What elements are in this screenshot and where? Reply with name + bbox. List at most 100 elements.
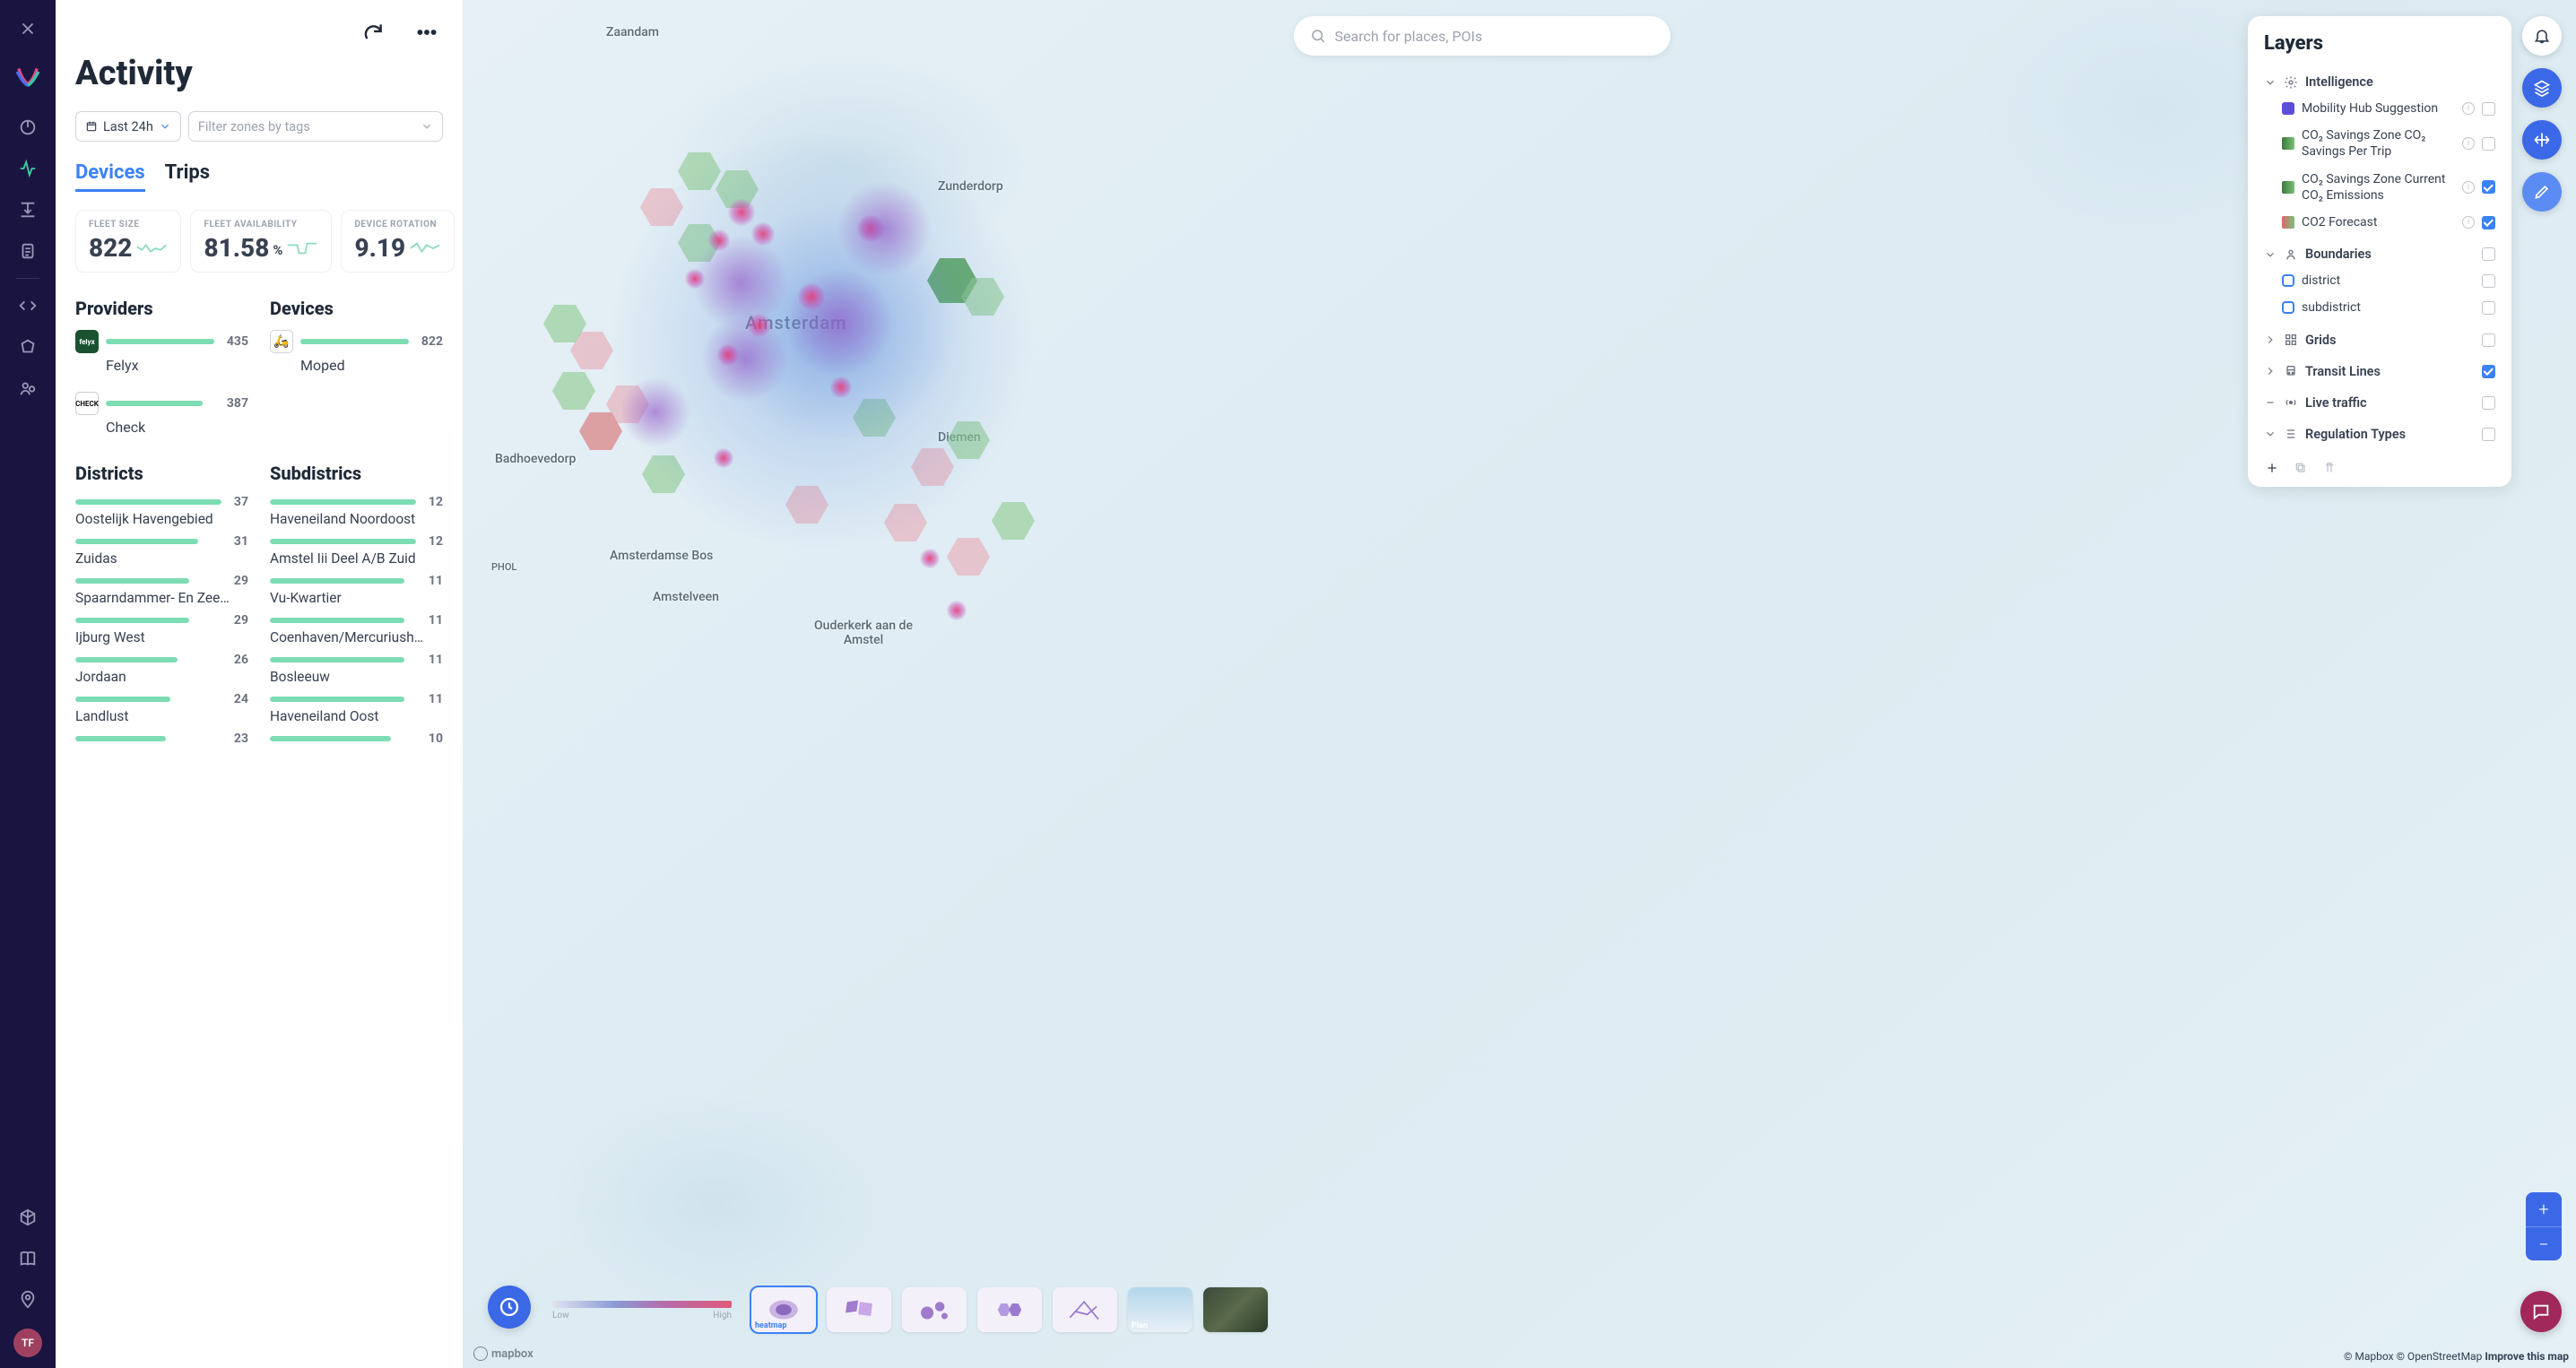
style-network[interactable] — [1053, 1287, 1117, 1332]
provider-row[interactable]: CHECK 387 Check — [75, 392, 248, 436]
layer-checkbox[interactable] — [2482, 428, 2495, 441]
layers-button[interactable] — [2522, 68, 2562, 108]
rank-row[interactable]: 24Landlust — [75, 692, 248, 724]
layer-group-title: Intelligence — [2305, 74, 2373, 90]
metric-fleet-size[interactable]: FLEET SIZE 822 — [75, 210, 181, 273]
layer-checkbox[interactable] — [2482, 137, 2495, 151]
layer-group-title: Grids — [2305, 333, 2337, 348]
tab-devices[interactable]: Devices — [75, 161, 145, 192]
tag-filter-dropdown[interactable]: Filter zones by tags — [188, 111, 443, 142]
layer-group-transit[interactable]: Transit Lines — [2264, 359, 2495, 385]
style-bubbles[interactable] — [902, 1287, 967, 1332]
recenter-button[interactable] — [2522, 120, 2562, 160]
layer-group-intelligence[interactable]: Intelligence — [2264, 69, 2495, 95]
layer-row[interactable]: CO2 Forecast i — [2264, 209, 2495, 236]
layer-checkbox[interactable] — [2482, 216, 2495, 229]
rank-row[interactable]: 11Coenhaven/Mercuriush… — [270, 613, 443, 645]
layer-row[interactable]: CO₂ Savings Zone CO₂ Savings Per Trip i — [2264, 122, 2495, 165]
close-icon[interactable] — [10, 11, 46, 47]
user-avatar[interactable]: TF — [13, 1329, 42, 1357]
rank-row[interactable]: 12Amstel Iii Deel A/B Zuid — [270, 534, 443, 567]
map-search[interactable] — [1294, 16, 1670, 56]
notifications-button[interactable] — [2522, 16, 2562, 56]
layer-group-traffic[interactable]: Live traffic — [2264, 390, 2495, 416]
layer-checkbox[interactable] — [2482, 102, 2495, 116]
layer-checkbox[interactable] — [2482, 301, 2495, 315]
info-icon[interactable]: i — [2462, 181, 2475, 194]
map-search-input[interactable] — [1335, 28, 1654, 45]
nav-activity-icon[interactable] — [10, 151, 46, 186]
layer-swatch — [2282, 102, 2294, 115]
info-icon[interactable]: i — [2462, 216, 2475, 229]
more-button[interactable] — [411, 16, 443, 48]
style-plan[interactable]: Plan — [1128, 1287, 1193, 1332]
style-satellite[interactable] — [1203, 1287, 1268, 1332]
map-canvas[interactable]: Zaandam Zunderdorp Amsterdam Diemen Badh… — [463, 0, 2576, 1368]
rank-row[interactable]: 12Haveneiland Noordoost — [270, 495, 443, 527]
pencil-icon — [2533, 183, 2551, 201]
nav-code-icon[interactable] — [10, 288, 46, 324]
map-label-city: Amsterdam — [745, 312, 847, 333]
nav-download-icon[interactable] — [10, 192, 46, 228]
provider-row[interactable]: felyx 435 Felyx — [75, 330, 248, 374]
metric-fleet-availability[interactable]: FLEET AVAILABILITY 81.58 % — [190, 210, 332, 273]
rank-row[interactable]: 31Zuidas — [75, 534, 248, 567]
date-filter-dropdown[interactable]: Last 24h — [75, 111, 181, 142]
edit-button[interactable] — [2522, 172, 2562, 212]
device-row[interactable]: 🛵 822 Moped — [270, 330, 443, 374]
rank-name: Haveneiland Noordoost — [270, 511, 443, 527]
rank-row[interactable]: 26Jordaan — [75, 653, 248, 685]
refresh-button[interactable] — [357, 16, 389, 48]
zoom-out-button[interactable]: − — [2526, 1226, 2562, 1260]
layer-group-regulation[interactable]: Regulation Types — [2264, 421, 2495, 447]
nav-polygon-icon[interactable] — [10, 329, 46, 365]
nav-power-icon[interactable] — [10, 109, 46, 145]
style-heatmap[interactable]: heatmap — [751, 1287, 816, 1332]
attrib-mapbox[interactable]: © Mapbox — [2344, 1350, 2394, 1363]
layer-checkbox[interactable] — [2482, 274, 2495, 288]
rank-row[interactable]: 11Vu-Kwartier — [270, 574, 443, 606]
rank-row[interactable]: 29Ijburg West — [75, 613, 248, 645]
layer-row[interactable]: subdistrict — [2264, 294, 2495, 321]
metric-device-rotation[interactable]: DEVICE ROTATION 9.19 — [341, 210, 455, 273]
layer-row[interactable]: Mobility Hub Suggestion i — [2264, 95, 2495, 122]
nav-clipboard-icon[interactable] — [10, 233, 46, 269]
layer-swatch — [2282, 137, 2294, 150]
attrib-osm[interactable]: © OpenStreetMap — [2397, 1350, 2483, 1363]
layer-checkbox[interactable] — [2482, 333, 2495, 347]
layer-group-boundaries[interactable]: Boundaries — [2264, 241, 2495, 267]
map-label: Diemen — [938, 430, 981, 445]
delete-layer-button[interactable] — [2321, 460, 2337, 476]
duplicate-layer-button[interactable] — [2293, 460, 2309, 476]
rank-row[interactable]: 29Spaarndammer- En Zee… — [75, 574, 248, 606]
rank-row[interactable]: 10 — [270, 732, 443, 748]
time-control-button[interactable] — [488, 1286, 531, 1329]
rank-row[interactable]: 23 — [75, 732, 248, 748]
layer-row[interactable]: district — [2264, 267, 2495, 294]
layer-group-grids[interactable]: Grids — [2264, 327, 2495, 353]
layer-checkbox[interactable] — [2482, 396, 2495, 410]
info-icon[interactable]: i — [2462, 137, 2475, 150]
layer-name: district — [2302, 273, 2475, 289]
layer-checkbox[interactable] — [2482, 180, 2495, 194]
rank-row[interactable]: 11Bosleeuw — [270, 653, 443, 685]
style-choropleth[interactable] — [827, 1287, 891, 1332]
tab-trips[interactable]: Trips — [165, 161, 210, 192]
add-layer-button[interactable] — [2264, 460, 2280, 476]
layer-checkbox[interactable] — [2482, 247, 2495, 261]
layer-row[interactable]: CO₂ Savings Zone Current CO₂ Emissions i — [2264, 166, 2495, 209]
zoom-in-button[interactable]: + — [2526, 1192, 2562, 1226]
rank-row[interactable]: 37Oostelijk Havengebied — [75, 495, 248, 527]
nav-3d-icon[interactable] — [10, 1199, 46, 1235]
info-icon[interactable]: i — [2462, 102, 2475, 115]
nav-book-icon[interactable] — [10, 1241, 46, 1277]
nav-pin-icon[interactable] — [10, 1282, 46, 1318]
style-hexbin[interactable] — [977, 1287, 1042, 1332]
attrib-improve[interactable]: Improve this map — [2485, 1350, 2569, 1363]
chat-button[interactable] — [2520, 1291, 2562, 1332]
layer-checkbox[interactable] — [2482, 365, 2495, 378]
nav-users-icon[interactable] — [10, 370, 46, 406]
rank-row[interactable]: 11Haveneiland Oost — [270, 692, 443, 724]
list-icon — [2284, 427, 2298, 441]
app-logo[interactable] — [13, 61, 43, 91]
